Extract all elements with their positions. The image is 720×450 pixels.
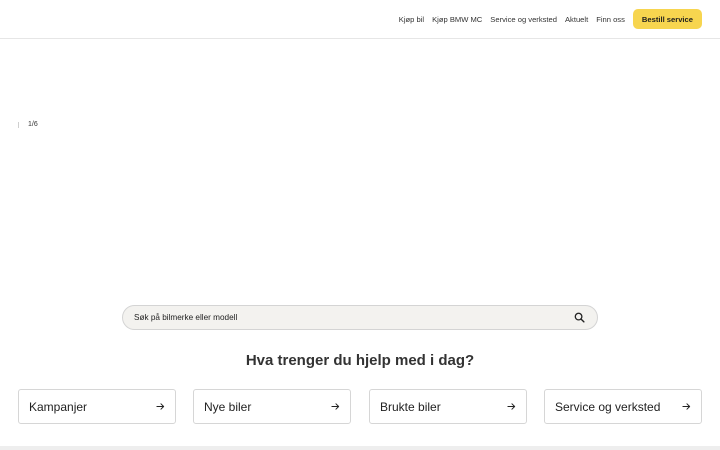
card-kampanjer[interactable]: Kampanjer	[18, 389, 176, 424]
arrow-right-icon	[682, 402, 691, 411]
search-input[interactable]	[134, 313, 574, 322]
arrow-right-icon	[507, 402, 516, 411]
nav-link-kjop-bil[interactable]: Kjøp bil	[399, 15, 424, 24]
slide-indicator: 1/6	[28, 121, 38, 128]
card-label: Kampanjer	[29, 399, 88, 414]
section-divider	[0, 446, 720, 450]
nav-link-service-og-verksted[interactable]: Service og verksted	[490, 15, 557, 24]
card-label: Service og verksted	[555, 399, 661, 414]
search-icon[interactable]	[574, 312, 585, 323]
card-label: Brukte biler	[380, 399, 441, 414]
main-nav: Kjøp bil Kjøp BMW MC Service og verksted…	[399, 9, 702, 29]
arrow-right-icon	[331, 402, 340, 411]
search-bar[interactable]	[122, 305, 598, 330]
nav-link-aktuelt[interactable]: Aktuelt	[565, 15, 588, 24]
book-service-button[interactable]: Bestill service	[632, 9, 702, 29]
quick-links: Kampanjer Nye biler Brukte biler Service…	[18, 389, 702, 424]
slide-progress-tick	[18, 122, 19, 128]
site-header: Kjøp bil Kjøp BMW MC Service og verksted…	[0, 0, 720, 39]
nav-link-finn-oss[interactable]: Finn oss	[596, 15, 625, 24]
help-heading: Hva trenger du hjelp med i dag?	[245, 352, 475, 369]
hero-carousel[interactable]	[0, 40, 720, 290]
card-service-og-verksted[interactable]: Service og verksted	[544, 389, 702, 424]
card-label: Nye biler	[204, 399, 252, 414]
nav-link-kjop-bmw-mc[interactable]: Kjøp BMW MC	[432, 15, 482, 24]
arrow-right-icon	[156, 402, 165, 411]
card-brukte-biler[interactable]: Brukte biler	[369, 389, 527, 424]
card-nye-biler[interactable]: Nye biler	[193, 389, 351, 424]
